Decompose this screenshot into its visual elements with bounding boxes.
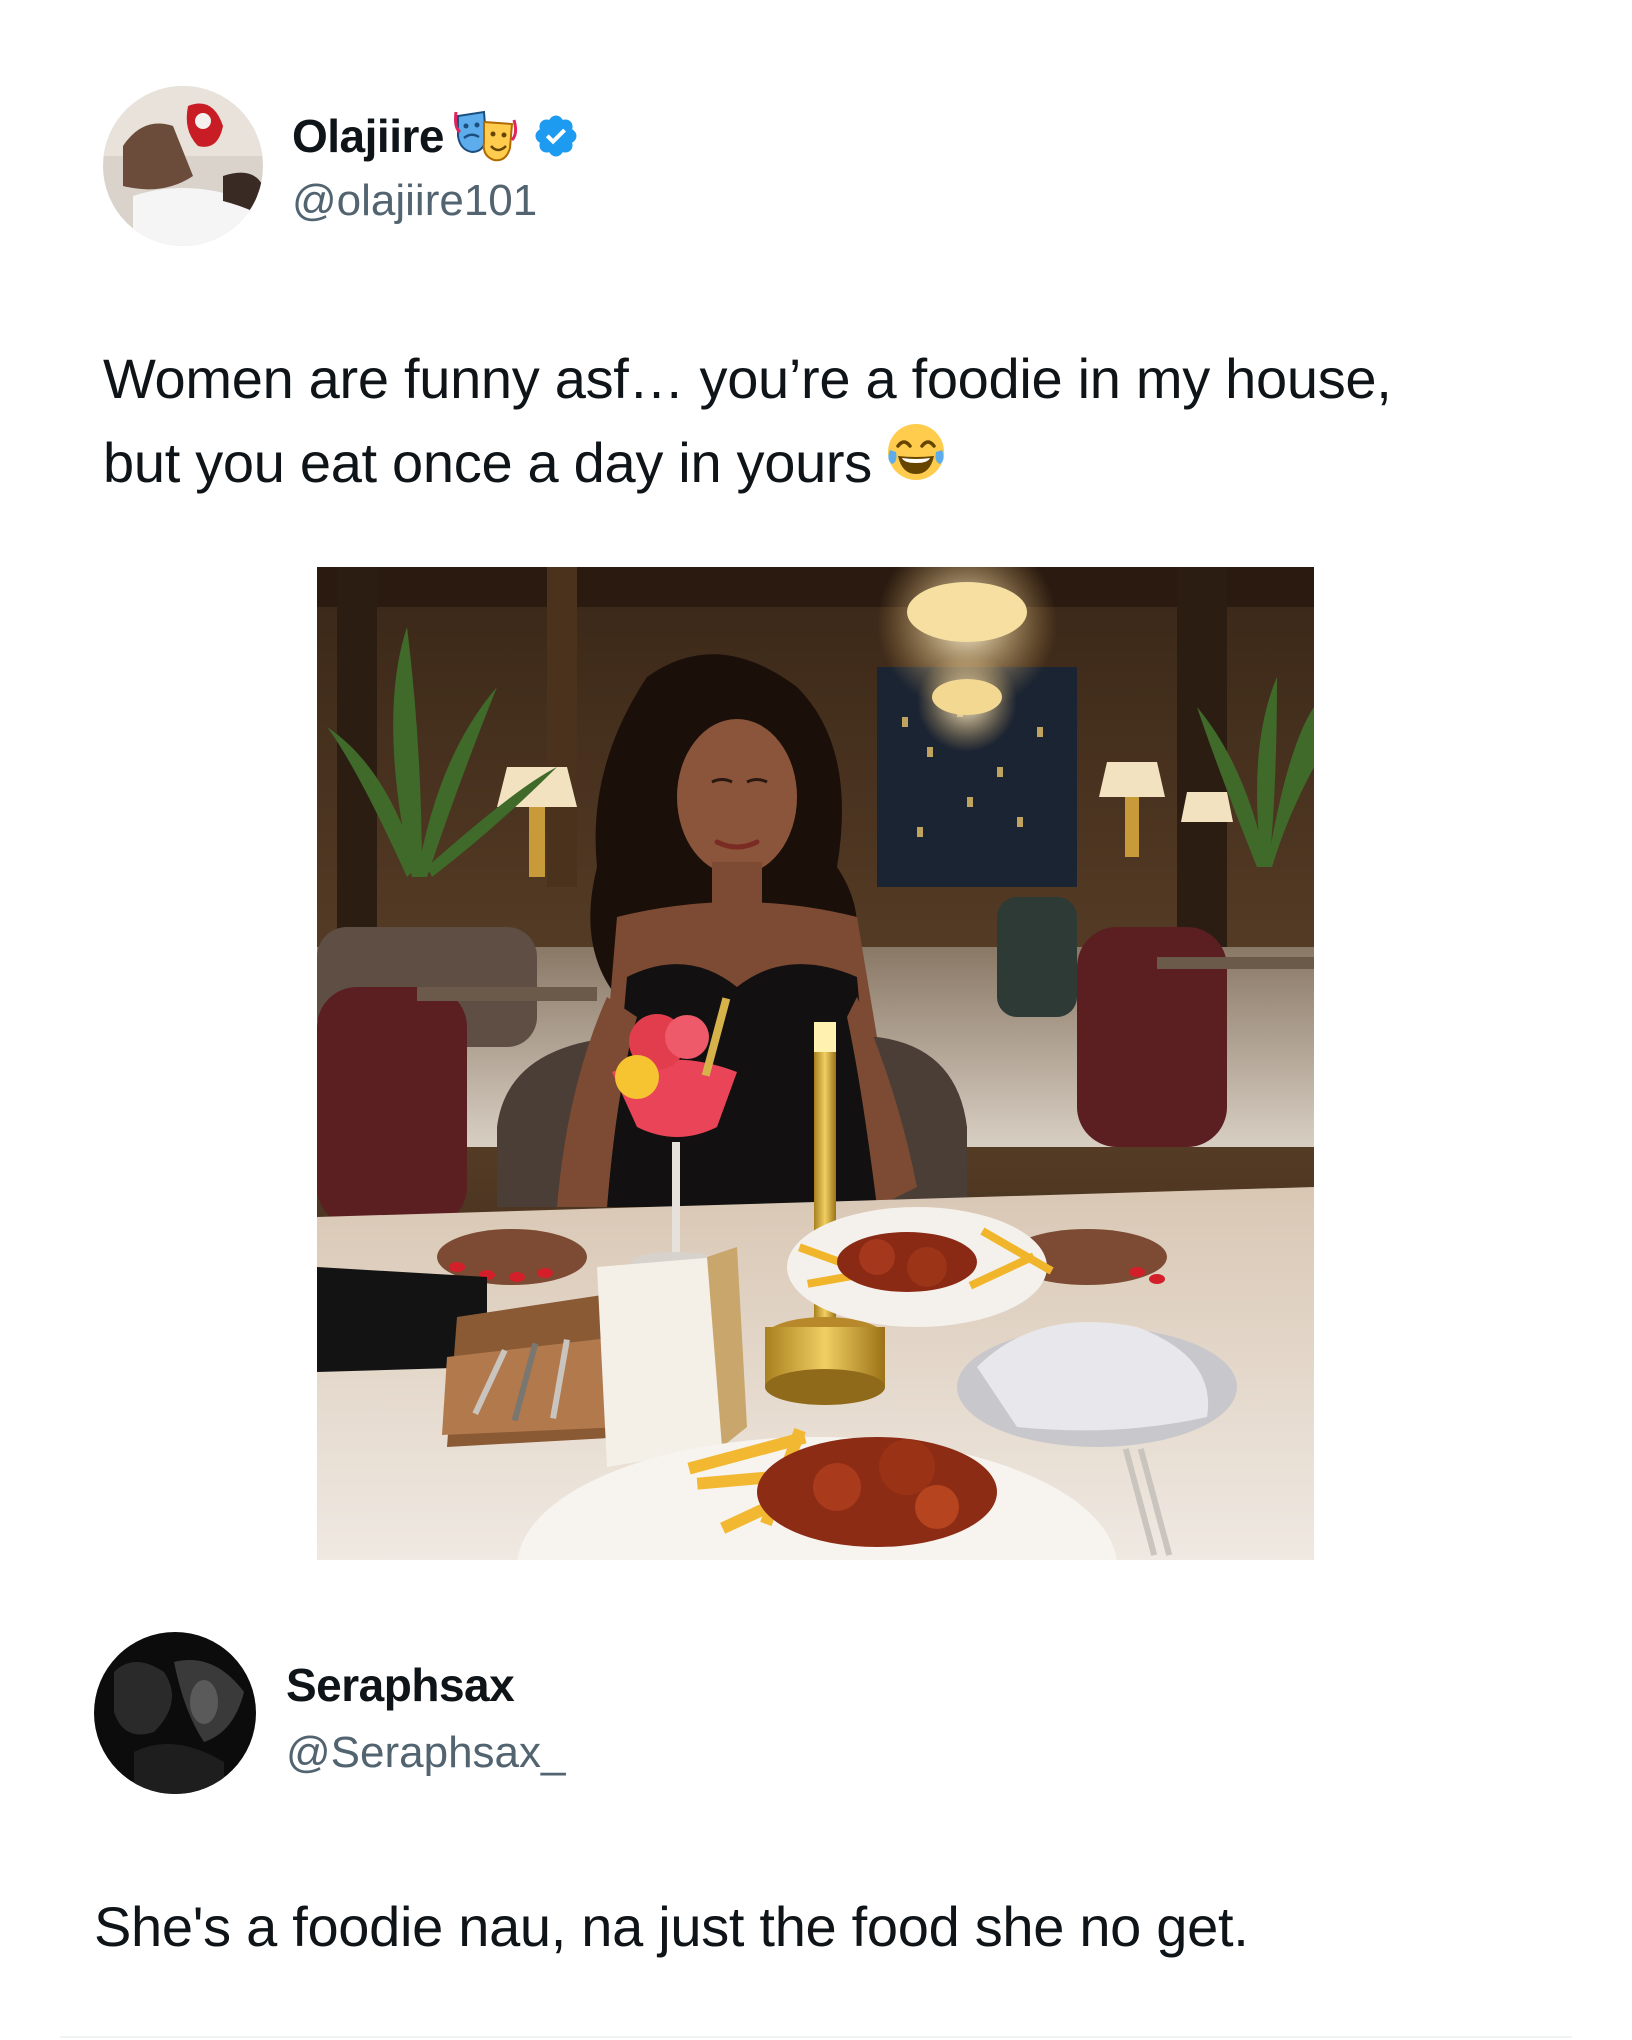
face-with-tears-of-joy-icon [884, 420, 948, 506]
tweet-text: Women are funny asf… you’re a foodie in … [103, 338, 1563, 506]
handle[interactable]: @Seraphsax_ [286, 1728, 566, 1778]
name-row-olajiire: Olajiire [292, 105, 580, 167]
handle[interactable]: @olajiire101 [292, 176, 537, 226]
avatar-olajiire[interactable] [103, 86, 263, 246]
avatar-seraphsax[interactable] [94, 1632, 256, 1794]
display-name[interactable]: Olajiire [292, 109, 444, 163]
divider [60, 2036, 1572, 2038]
tweet-olajiire: Olajiire @olajiire101 Women are funny as… [0, 0, 1632, 1600]
avatar-seraphsax-image [94, 1632, 256, 1794]
avatar-olajiire-image [103, 86, 263, 246]
name-row-seraphsax: Seraphsax [286, 1654, 515, 1716]
tweet-text-line-2-text: but you eat once a day in yours [103, 431, 872, 494]
tweet-text-line-2: but you eat once a day in yours [103, 420, 1563, 506]
restaurant-photo-image[interactable] [317, 567, 1314, 1560]
performing-arts-icon [453, 108, 518, 164]
display-name[interactable]: Seraphsax [286, 1658, 515, 1712]
tweet-seraphsax: Seraphsax @Seraphsax_ She's a foodie nau… [0, 1600, 1632, 2040]
tweet-text-line-1: Women are funny asf… you’re a foodie in … [103, 347, 1392, 410]
restaurant-photo-illustration [317, 567, 1314, 1560]
verified-badge-icon[interactable] [532, 112, 580, 160]
tweet-text: She's a foodie nau, na just the food she… [94, 1895, 1249, 1958]
